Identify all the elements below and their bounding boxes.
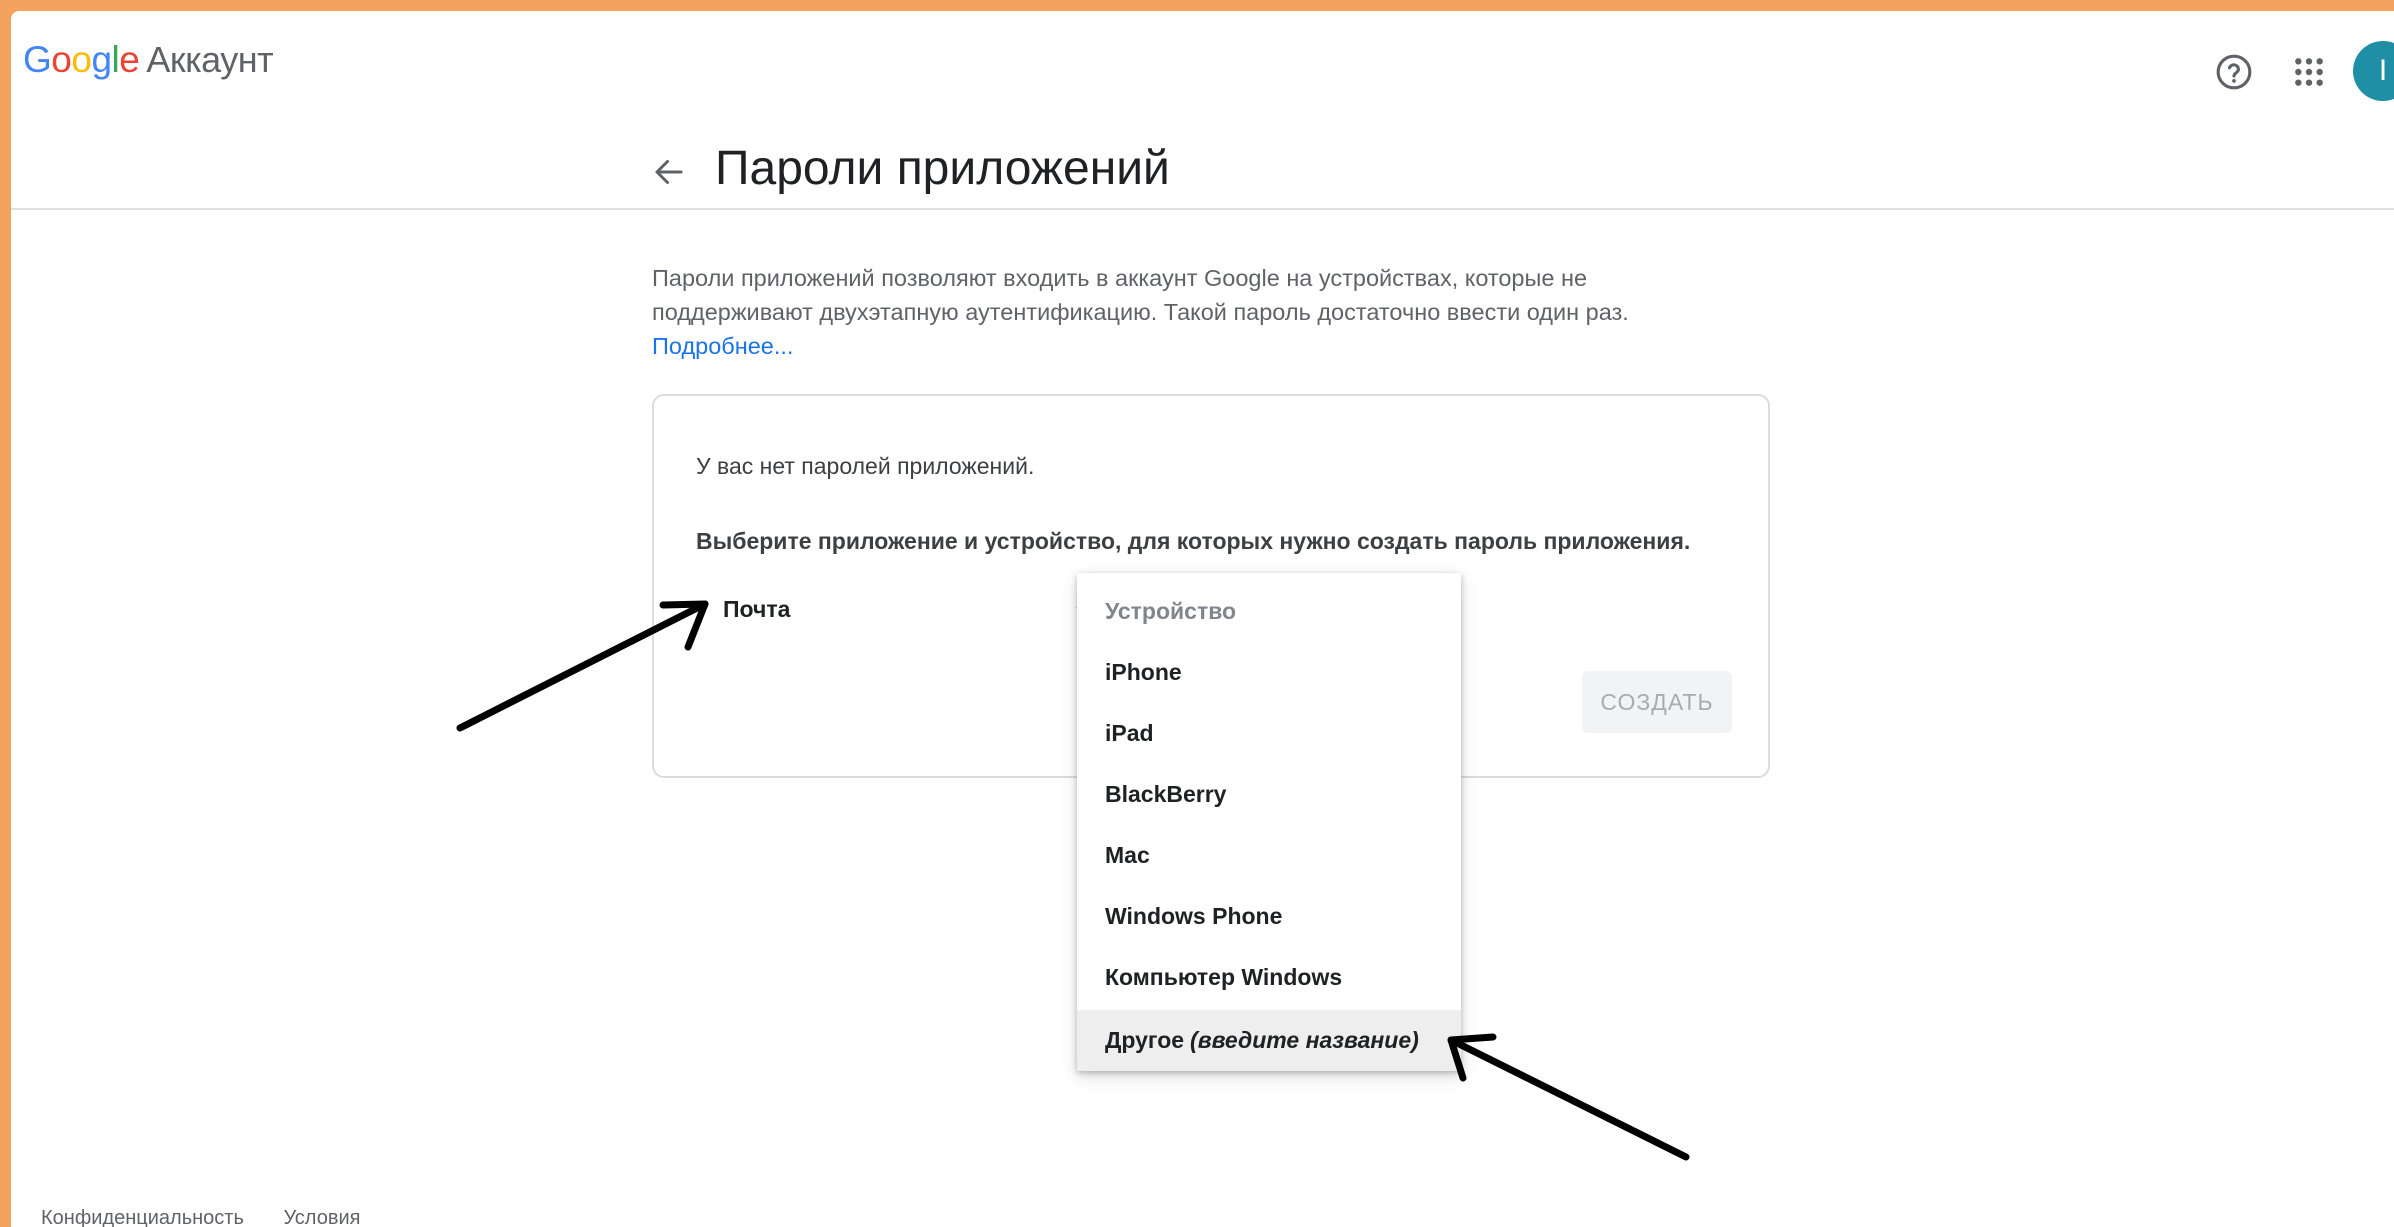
arrow-pointing-app-select-icon	[456, 600, 709, 732]
annotation-overlay	[456, 600, 1690, 1161]
arrow-pointing-other-option-icon	[1447, 1033, 1690, 1161]
